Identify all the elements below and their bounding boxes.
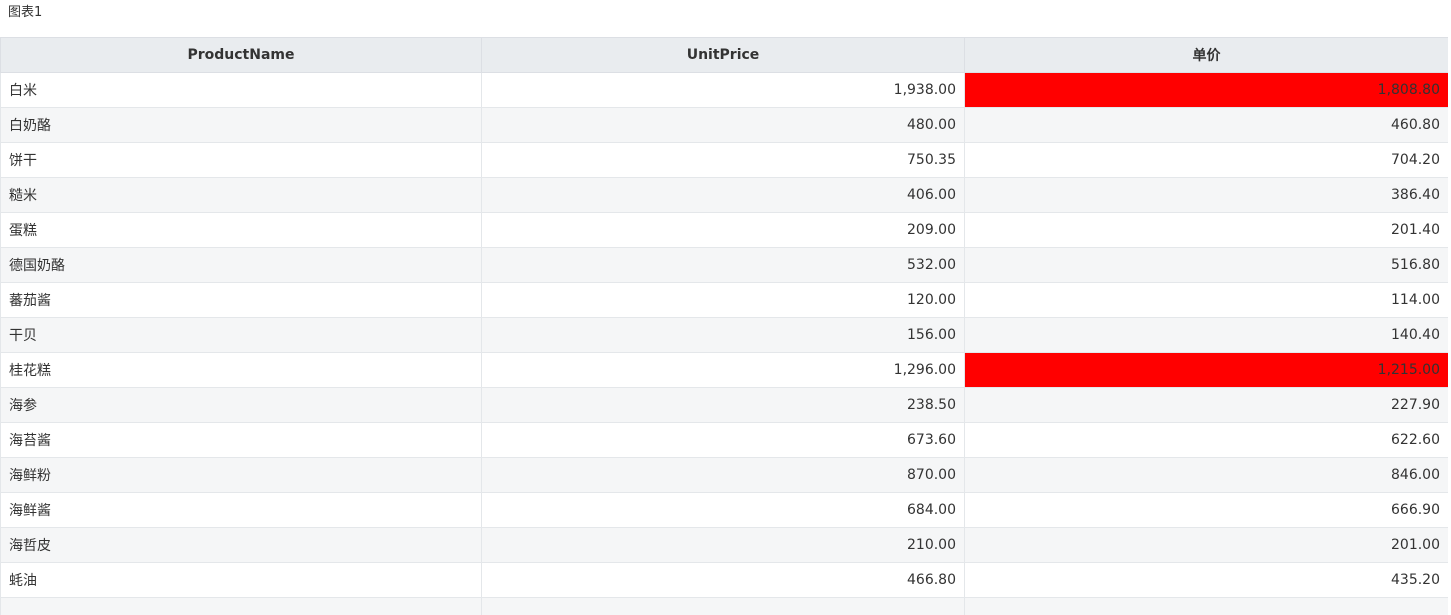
table-row[interactable]: 白米 1,938.00 1,808.80	[0, 72, 1448, 108]
table-row[interactable]: 桂花糕 1,296.00 1,215.00	[0, 352, 1448, 388]
table-row[interactable]: 海鲜酱 684.00 666.90	[0, 492, 1448, 528]
unit-price-cell[interactable]	[481, 597, 965, 615]
table-row[interactable]: 蛋糕 209.00 201.40	[0, 212, 1448, 248]
price-cell[interactable]: 140.40	[964, 317, 1448, 353]
product-name-cell[interactable]: 海苔酱	[0, 422, 482, 458]
data-table: ProductName UnitPrice 单价 白米 1,938.00 1,808…	[0, 37, 1448, 615]
product-name-cell[interactable]: 海参	[0, 387, 482, 423]
unit-price-cell[interactable]: 532.00	[481, 247, 965, 283]
price-cell-highlighted[interactable]: 1,215.00	[964, 352, 1448, 388]
unit-price-cell[interactable]: 684.00	[481, 492, 965, 528]
price-cell[interactable]: 201.00	[964, 527, 1448, 563]
product-name-cell[interactable]: 蕃茄酱	[0, 282, 482, 318]
unit-price-cell[interactable]: 1,938.00	[481, 72, 965, 108]
product-name-cell[interactable]: 海哲皮	[0, 527, 482, 563]
product-name-cell[interactable]: 干贝	[0, 317, 482, 353]
table-row[interactable]: 海苔酱 673.60 622.60	[0, 422, 1448, 458]
product-name-cell[interactable]: 白奶酪	[0, 107, 482, 143]
table-row[interactable]: 海鲜粉 870.00 846.00	[0, 457, 1448, 493]
price-cell[interactable]: 201.40	[964, 212, 1448, 248]
price-cell[interactable]: 704.20	[964, 142, 1448, 178]
unit-price-cell[interactable]: 466.80	[481, 562, 965, 598]
unit-price-cell[interactable]: 209.00	[481, 212, 965, 248]
column-header-unit-price[interactable]: UnitPrice	[481, 37, 965, 73]
product-name-cell[interactable]: 蚝油	[0, 562, 482, 598]
product-name-cell[interactable]: 糙米	[0, 177, 482, 213]
price-cell[interactable]: 666.90	[964, 492, 1448, 528]
price-cell[interactable]	[964, 597, 1448, 615]
table-row[interactable]: 干贝 156.00 140.40	[0, 317, 1448, 353]
column-header-product-name[interactable]: ProductName	[0, 37, 482, 73]
price-cell[interactable]: 460.80	[964, 107, 1448, 143]
table-row[interactable]	[0, 597, 1448, 615]
product-name-cell[interactable]: 海鲜粉	[0, 457, 482, 493]
price-cell[interactable]: 114.00	[964, 282, 1448, 318]
unit-price-cell[interactable]: 1,296.00	[481, 352, 965, 388]
price-cell[interactable]: 386.40	[964, 177, 1448, 213]
table-row[interactable]: 糙米 406.00 386.40	[0, 177, 1448, 213]
data-table-container[interactable]: ProductName UnitPrice 单价 白米 1,938.00 1,808…	[0, 37, 1448, 615]
table-row[interactable]: 饼干 750.35 704.20	[0, 142, 1448, 178]
price-cell[interactable]: 516.80	[964, 247, 1448, 283]
product-name-cell[interactable]: 白米	[0, 72, 482, 108]
product-name-cell[interactable]: 德国奶酪	[0, 247, 482, 283]
unit-price-cell[interactable]: 480.00	[481, 107, 965, 143]
column-header-price[interactable]: 单价	[964, 37, 1448, 73]
price-cell[interactable]: 435.20	[964, 562, 1448, 598]
header-row: ProductName UnitPrice 单价	[0, 37, 1448, 73]
price-cell[interactable]: 846.00	[964, 457, 1448, 493]
unit-price-cell[interactable]: 120.00	[481, 282, 965, 318]
table-row[interactable]: 蕃茄酱 120.00 114.00	[0, 282, 1448, 318]
unit-price-cell[interactable]: 156.00	[481, 317, 965, 353]
unit-price-cell[interactable]: 238.50	[481, 387, 965, 423]
unit-price-cell[interactable]: 750.35	[481, 142, 965, 178]
price-cell-highlighted[interactable]: 1,808.80	[964, 72, 1448, 108]
table-row[interactable]: 海参 238.50 227.90	[0, 387, 1448, 423]
unit-price-cell[interactable]: 406.00	[481, 177, 965, 213]
table-row[interactable]: 白奶酪 480.00 460.80	[0, 107, 1448, 143]
product-name-cell[interactable]: 蛋糕	[0, 212, 482, 248]
product-name-cell[interactable]: 桂花糕	[0, 352, 482, 388]
product-name-cell[interactable]	[0, 597, 482, 615]
unit-price-cell[interactable]: 210.00	[481, 527, 965, 563]
product-name-cell[interactable]: 海鲜酱	[0, 492, 482, 528]
price-cell[interactable]: 622.60	[964, 422, 1448, 458]
table-body: 白米 1,938.00 1,808.80 白奶酪 480.00 460.80 饼干 750.3…	[0, 72, 1448, 615]
chart-title: 图表1	[8, 5, 43, 20]
table-header: ProductName UnitPrice 单价	[0, 37, 1448, 73]
table-row[interactable]: 德国奶酪 532.00 516.80	[0, 247, 1448, 283]
table-row[interactable]: 蚝油 466.80 435.20	[0, 562, 1448, 598]
product-name-cell[interactable]: 饼干	[0, 142, 482, 178]
unit-price-cell[interactable]: 870.00	[481, 457, 965, 493]
table-row[interactable]: 海哲皮 210.00 201.00	[0, 527, 1448, 563]
price-cell[interactable]: 227.90	[964, 387, 1448, 423]
unit-price-cell[interactable]: 673.60	[481, 422, 965, 458]
